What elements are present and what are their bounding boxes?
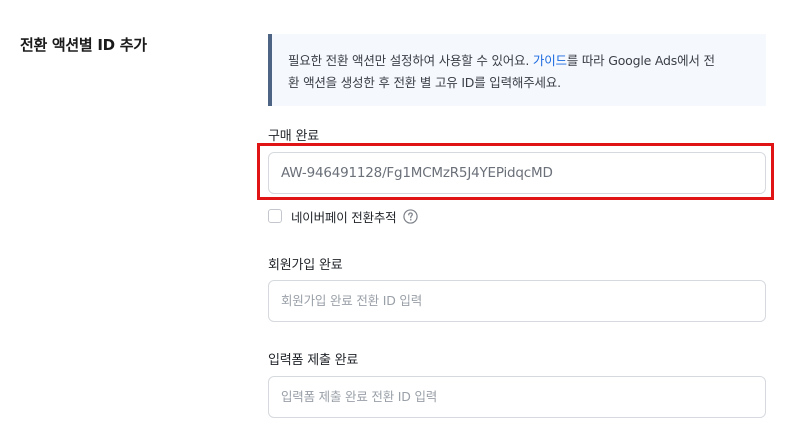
form-submit-label: 입력폼 제출 완료: [268, 353, 359, 368]
guide-link[interactable]: 가이드: [533, 53, 567, 68]
naverpay-label: 네이버페이 전환추적: [291, 209, 397, 225]
signup-conversion-id-input[interactable]: [268, 280, 766, 322]
info-notice: 필요한 전환 액션만 설정하여 사용할 수 있어요. 가이드를 따라 Googl…: [268, 34, 766, 106]
info-text-line1-after: 를 따라 Google Ads에서 전: [566, 53, 715, 68]
form-submit-conversion-id-input[interactable]: [268, 376, 766, 418]
purchase-label: 구매 완료: [268, 129, 319, 144]
info-text-line1-before: 필요한 전환 액션만 설정하여 사용할 수 있어요.: [288, 53, 533, 68]
naverpay-checkbox[interactable]: [268, 209, 282, 223]
purchase-conversion-id-input[interactable]: [268, 152, 766, 194]
section-title: 전환 액션별 ID 추가: [20, 36, 147, 54]
info-text-line2: 환 액션을 생성한 후 전환 별 고유 ID를 입력해주세요.: [288, 75, 561, 90]
signup-label: 회원가입 완료: [268, 258, 343, 273]
question-circle-icon[interactable]: [403, 208, 419, 224]
naverpay-tracking-option[interactable]: 네이버페이 전환추적: [268, 206, 419, 226]
